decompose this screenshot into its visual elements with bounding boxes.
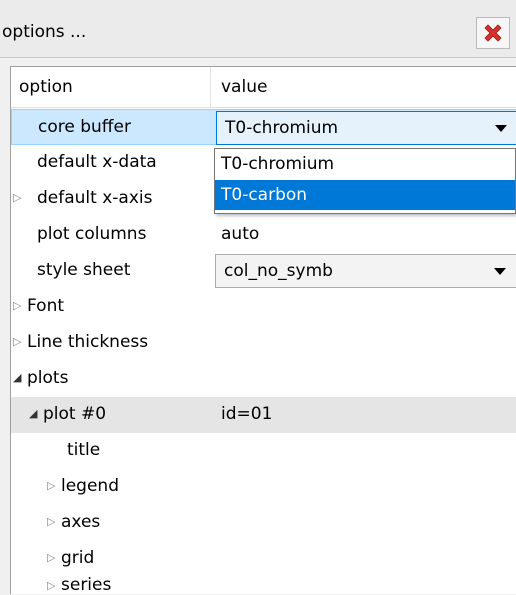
option-row-axes[interactable]: ▷ axes [11, 505, 516, 541]
option-row-line-thickness[interactable]: ▷ Line thickness [11, 325, 516, 361]
option-label: default x-data [37, 152, 157, 172]
close-button[interactable] [476, 17, 510, 49]
expand-arrow-icon[interactable]: ▷ [47, 579, 55, 592]
window-title: options ... [2, 22, 87, 42]
option-row-plot-columns[interactable]: plot columns auto [11, 217, 516, 253]
option-label: Line thickness [27, 332, 149, 352]
tree-header: option value [11, 67, 516, 108]
expand-arrow-icon[interactable]: ▷ [47, 551, 55, 564]
option-label: default x-axis [37, 188, 153, 208]
option-value[interactable]: id=01 [221, 404, 272, 424]
column-divider[interactable] [210, 67, 211, 107]
option-row-title[interactable]: title [11, 433, 516, 469]
option-text: T0-chromium [221, 154, 335, 174]
core-buffer-dropdown-list: T0-chromium T0-carbon [214, 148, 516, 214]
expand-arrow-icon[interactable]: ▷ [13, 299, 21, 312]
option-row-series[interactable]: ▷ series [11, 573, 516, 595]
expand-arrow-icon[interactable]: ▷ [13, 191, 21, 204]
option-label: grid [61, 548, 95, 568]
select-value: col_no_symb [224, 261, 333, 281]
option-row-legend[interactable]: ▷ legend [11, 469, 516, 505]
select-value: T0-chromium [225, 118, 339, 138]
option-label: axes [61, 512, 101, 532]
collapse-arrow-icon[interactable]: ◢ [29, 407, 37, 420]
option-row-core-buffer[interactable]: core buffer T0-chromium [11, 109, 516, 145]
expand-arrow-icon[interactable]: ▷ [47, 479, 55, 492]
column-header-option[interactable]: option [19, 77, 73, 97]
option-label: style sheet [37, 260, 131, 280]
style-sheet-select[interactable]: col_no_symb [215, 254, 516, 288]
option-row-grid[interactable]: ▷ grid [11, 541, 516, 577]
option-label: title [67, 440, 101, 460]
chevron-down-icon[interactable] [495, 125, 507, 132]
chevron-down-icon[interactable] [494, 268, 506, 275]
collapse-arrow-icon[interactable]: ◢ [13, 371, 21, 384]
column-header-value[interactable]: value [221, 77, 267, 97]
options-tree: option value core buffer T0-chromium def… [10, 66, 516, 595]
option-text: T0-carbon [221, 185, 308, 205]
option-label: legend [61, 476, 119, 496]
option-label: plots [27, 368, 69, 388]
option-label: plot columns [37, 224, 147, 244]
dropdown-option-t0-chromium[interactable]: T0-chromium [215, 149, 515, 179]
option-row-plot-0[interactable]: ◢ plot #0 id=01 [11, 397, 516, 433]
expand-arrow-icon[interactable]: ▷ [13, 335, 21, 348]
core-buffer-select[interactable]: T0-chromium [216, 111, 516, 145]
close-icon [484, 24, 502, 42]
option-label: Font [27, 296, 65, 316]
dropdown-option-t0-carbon[interactable]: T0-carbon [215, 180, 515, 210]
option-row-plots[interactable]: ◢ plots [11, 361, 516, 397]
option-label: series [61, 575, 112, 595]
option-label: plot #0 [43, 404, 107, 424]
option-row-style-sheet[interactable]: style sheet col_no_symb [11, 253, 516, 289]
option-label: core buffer [38, 117, 131, 137]
option-value[interactable]: auto [221, 224, 259, 244]
expand-arrow-icon[interactable]: ▷ [47, 515, 55, 528]
title-bar: options ... [0, 0, 516, 58]
option-row-font[interactable]: ▷ Font [11, 289, 516, 325]
